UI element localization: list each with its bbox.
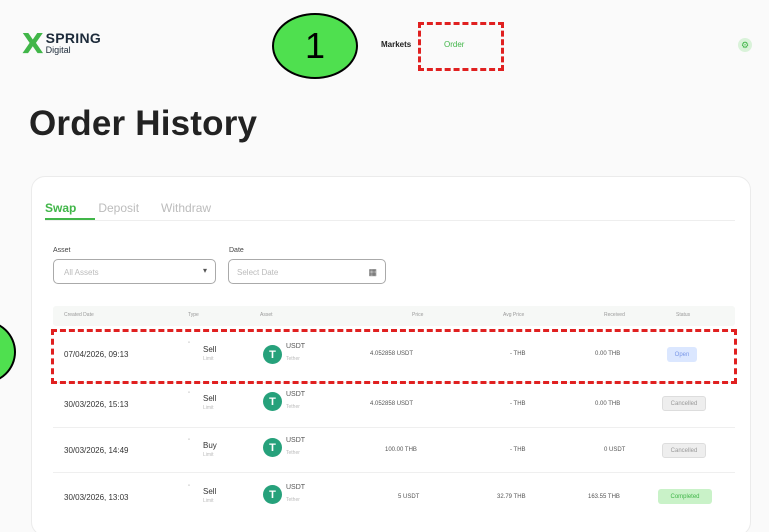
row-asset: USDT: [286, 484, 306, 491]
col-created-date: Created Date: [64, 312, 94, 318]
row-asset-sub: Tether: [286, 497, 300, 503]
row-date: 30/03/2026, 15:13: [64, 400, 129, 409]
annotation-highlight-row: [51, 329, 737, 384]
brand-mark: X: [22, 27, 44, 60]
col-status: Status: [676, 312, 691, 318]
tab-swap[interactable]: Swap: [45, 201, 76, 215]
row-price: 5 USDT: [398, 494, 420, 500]
nav-markets-link[interactable]: Markets: [381, 40, 411, 49]
settings-icon[interactable]: ⚙: [738, 38, 752, 52]
sort-mark-icon: '': [188, 392, 191, 398]
row-asset: USDT: [286, 437, 306, 444]
row-received: 0.00 THB: [595, 401, 621, 407]
col-asset: Asset: [260, 312, 273, 318]
asset-select[interactable]: All Assets ▾: [53, 259, 216, 284]
annotation-step-2: [0, 320, 16, 384]
brand-wordmark: SPRING Digital: [45, 30, 102, 56]
row-type-sub: Limit: [203, 452, 214, 458]
row-date: 30/03/2026, 14:49: [64, 446, 129, 455]
annotation-step-1: 1: [272, 13, 358, 79]
tether-icon: T: [263, 438, 282, 457]
status-badge: Cancelled: [662, 443, 706, 458]
row-asset-sub: Tether: [286, 404, 300, 410]
col-type: Type: [188, 312, 199, 318]
asset-select-value: All Assets: [64, 268, 99, 277]
tether-icon: T: [263, 392, 282, 411]
top-navbar: X SPRING Digital 1 Markets Order ⚙: [0, 0, 769, 80]
tab-divider: [45, 220, 735, 221]
row-type-sub: Limit: [203, 498, 214, 504]
row-received: 163.55 THB: [588, 494, 620, 500]
col-avg-price: Avg Price: [503, 312, 525, 318]
asset-filter-label: Asset: [53, 247, 71, 254]
sort-mark-icon: '': [188, 485, 191, 491]
calendar-icon: ▦: [368, 267, 377, 277]
row-type-label: Sell: [203, 394, 217, 403]
row-date: 30/03/2026, 13:03: [64, 493, 129, 502]
row-asset: USDT: [286, 391, 306, 398]
annotation-highlight-nav: [418, 22, 504, 71]
row-divider: [53, 427, 735, 428]
page-title: Order History: [29, 104, 258, 143]
brand-logo[interactable]: X SPRING Digital: [22, 30, 101, 58]
row-received: 0 USDT: [604, 447, 626, 453]
row-avg-price: - THB: [510, 447, 526, 453]
brand-name: SPRING: [45, 30, 102, 46]
row-price: 100.00 THB: [385, 447, 417, 453]
date-filter-label: Date: [229, 247, 244, 254]
row-asset-sub: Tether: [286, 450, 300, 456]
row-avg-price: - THB: [510, 401, 526, 407]
col-price: Price: [412, 312, 424, 318]
row-divider: [53, 472, 735, 473]
date-input[interactable]: Select Date ▦: [228, 259, 386, 284]
sort-mark-icon: '': [188, 439, 191, 445]
app-window: X SPRING Digital 1 Markets Order ⚙ Order…: [0, 0, 769, 532]
chevron-down-icon: ▾: [202, 266, 207, 275]
table-header: [53, 306, 735, 326]
row-type-label: Sell: [203, 487, 217, 496]
tether-icon: T: [263, 485, 282, 504]
status-badge: Completed: [658, 489, 712, 504]
status-badge: Cancelled: [662, 396, 706, 411]
tab-withdraw[interactable]: Withdraw: [161, 201, 211, 215]
order-tabs: Swap Deposit Withdraw: [45, 201, 211, 215]
row-type-label: Buy: [203, 441, 217, 450]
row-type-sub: Limit: [203, 405, 214, 411]
tab-active-indicator: [45, 218, 95, 220]
date-input-placeholder: Select Date: [237, 268, 279, 277]
col-received: Received: [604, 312, 625, 318]
row-price: 4.052858 USDT: [370, 401, 414, 407]
tab-deposit[interactable]: Deposit: [98, 201, 139, 215]
row-avg-price: 32.79 THB: [497, 494, 526, 500]
